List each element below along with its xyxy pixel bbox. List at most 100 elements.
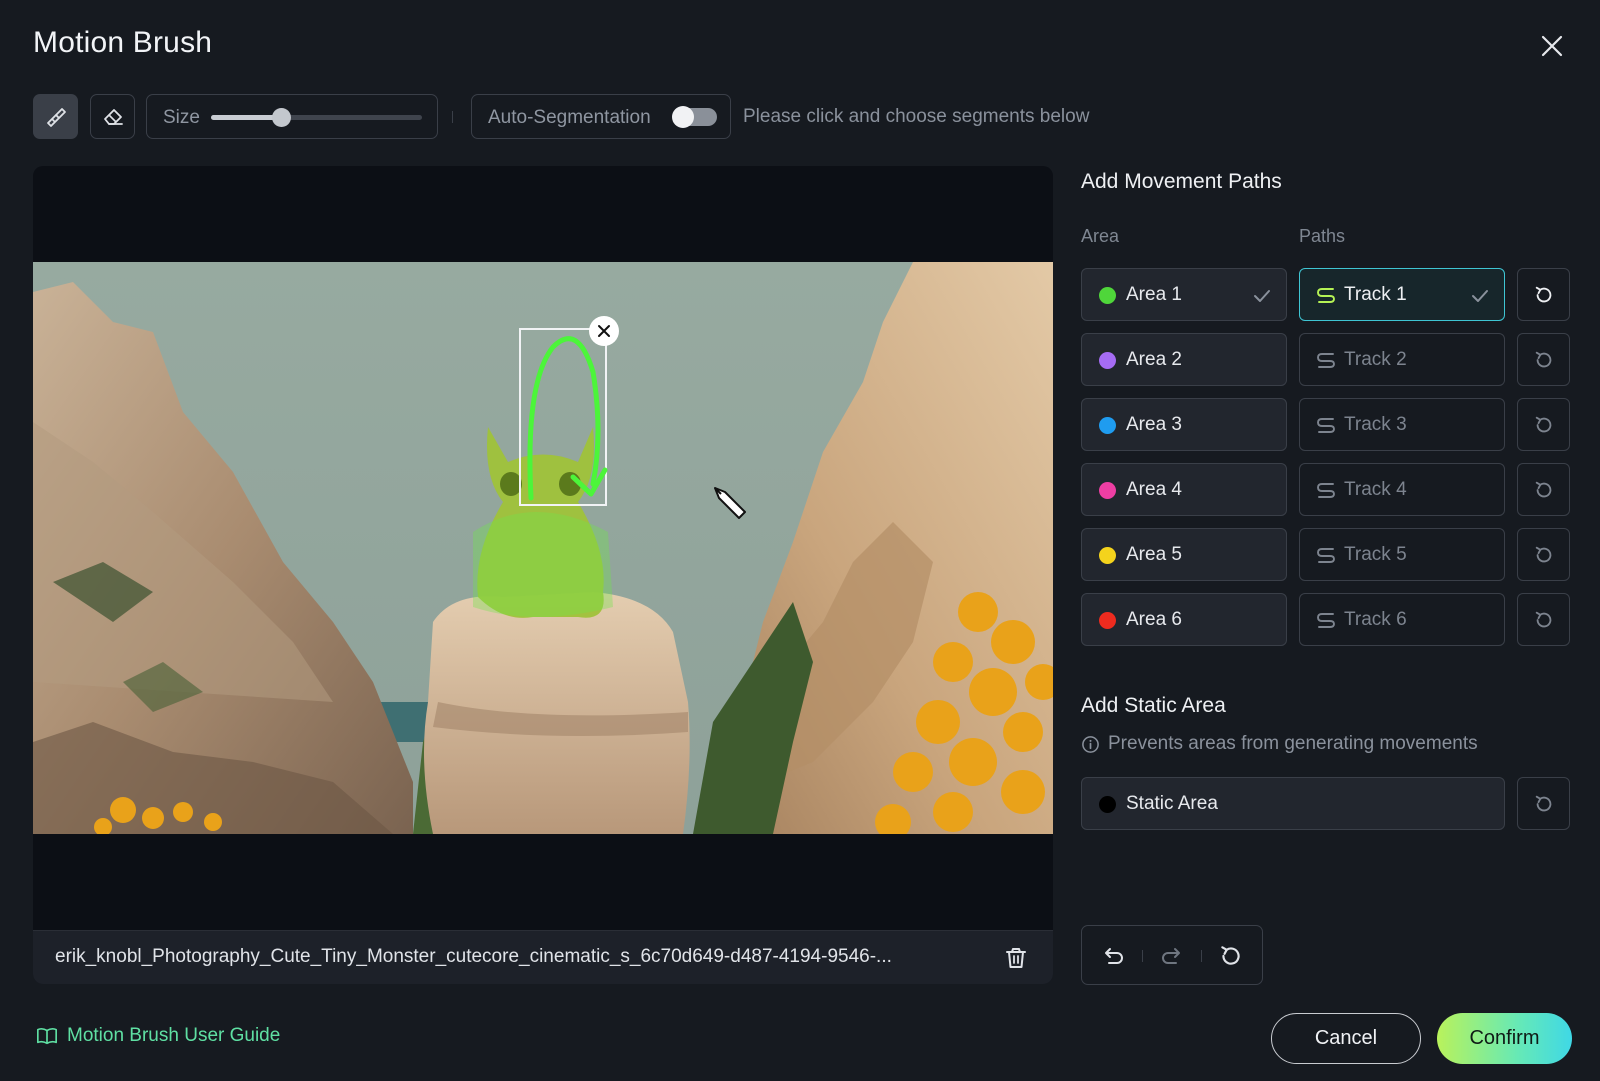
close-icon xyxy=(598,325,610,337)
track-label: Track 4 xyxy=(1344,479,1407,500)
segmentation-hint: Please click and choose segments below xyxy=(743,106,1090,127)
track-label: Track 1 xyxy=(1344,284,1407,305)
area-label: Area 5 xyxy=(1126,544,1182,565)
pen-cursor-icon xyxy=(714,487,746,519)
reset-icon xyxy=(1535,481,1551,497)
redo-button[interactable] xyxy=(1159,943,1185,969)
area-column-header: Area xyxy=(1081,226,1120,246)
brush-icon xyxy=(46,107,66,127)
track-item-3[interactable]: Track 3 xyxy=(1299,398,1505,451)
track-reset-button-4[interactable] xyxy=(1517,463,1570,516)
reset-icon xyxy=(1535,546,1551,562)
brush-tool-button[interactable] xyxy=(33,94,78,139)
track-path-icon xyxy=(1317,613,1335,628)
movement-paths-title: Add Movement Paths xyxy=(1081,170,1282,193)
track-item-4[interactable]: Track 4 xyxy=(1299,463,1505,516)
track-label: Track 2 xyxy=(1344,349,1407,370)
area-color-dot xyxy=(1099,482,1116,499)
history-divider xyxy=(1201,950,1202,962)
size-slider[interactable] xyxy=(211,108,422,127)
track-path-icon xyxy=(1317,288,1335,303)
close-icon xyxy=(1541,35,1563,57)
track-label: Track 3 xyxy=(1344,414,1407,435)
reset-icon xyxy=(1535,611,1551,627)
undo-icon xyxy=(1105,948,1123,964)
track-path-icon-wrap xyxy=(1316,415,1336,440)
auto-segmentation-toggle[interactable] xyxy=(672,106,717,128)
track-checked-indicator xyxy=(1470,286,1490,311)
track-path-icon xyxy=(1317,353,1335,368)
area-item-3[interactable]: Area 3 xyxy=(1081,398,1287,451)
track-path-icon-wrap xyxy=(1316,545,1336,570)
area-item-5[interactable]: Area 5 xyxy=(1081,528,1287,581)
size-slider-handle[interactable] xyxy=(271,108,291,127)
area-label: Area 3 xyxy=(1126,414,1182,435)
remove-selection-button[interactable] xyxy=(589,316,619,346)
reset-icon xyxy=(1535,795,1551,811)
eraser-tool-button[interactable] xyxy=(90,94,135,139)
redo-icon xyxy=(1162,948,1180,964)
reset-icon xyxy=(1535,416,1551,432)
check-icon xyxy=(1472,290,1488,302)
history-controls xyxy=(1081,925,1263,985)
area-label: Area 4 xyxy=(1126,479,1182,500)
track-path-icon xyxy=(1317,418,1335,433)
reset-icon xyxy=(1535,351,1551,367)
area-checked-indicator xyxy=(1252,286,1272,311)
track-item-1[interactable]: Track 1 xyxy=(1299,268,1505,321)
user-guide-link[interactable]: Motion Brush User Guide xyxy=(36,1025,280,1047)
track-item-2[interactable]: Track 2 xyxy=(1299,333,1505,386)
confirm-button[interactable]: Confirm xyxy=(1437,1013,1572,1064)
static-area-description: Prevents areas from generating movements xyxy=(1081,733,1478,755)
delete-image-button[interactable] xyxy=(1003,945,1029,971)
eraser-icon xyxy=(103,108,123,125)
area-color-dot xyxy=(1099,352,1116,369)
area-item-6[interactable]: Area 6 xyxy=(1081,593,1287,646)
track-item-6[interactable]: Track 6 xyxy=(1299,593,1505,646)
area-label: Area 6 xyxy=(1126,609,1182,630)
track-reset-button-6[interactable] xyxy=(1517,593,1570,646)
scene-illustration xyxy=(33,262,1053,834)
history-divider xyxy=(1142,950,1143,962)
cancel-button[interactable]: Cancel xyxy=(1271,1013,1421,1064)
track-reset-button-2[interactable] xyxy=(1517,333,1570,386)
reset-all-button[interactable] xyxy=(1218,943,1244,969)
area-item-4[interactable]: Area 4 xyxy=(1081,463,1287,516)
track-reset-button-5[interactable] xyxy=(1517,528,1570,581)
track-path-icon-wrap xyxy=(1316,285,1336,310)
area-label: Area 2 xyxy=(1126,349,1182,370)
area-color-dot xyxy=(1099,612,1116,629)
static-area-item[interactable]: Static Area xyxy=(1081,777,1505,830)
canvas-panel: erik_knobl_Photography_Cute_Tiny_Monster… xyxy=(33,166,1053,984)
file-name: erik_knobl_Photography_Cute_Tiny_Monster… xyxy=(55,946,892,967)
file-bar: erik_knobl_Photography_Cute_Tiny_Monster… xyxy=(33,930,1053,984)
track-path-icon-wrap xyxy=(1316,610,1336,635)
track-reset-button-1[interactable] xyxy=(1517,268,1570,321)
info-icon xyxy=(1082,735,1099,753)
static-area-reset-button[interactable] xyxy=(1517,777,1570,830)
static-area-color-dot xyxy=(1099,796,1116,813)
area-color-dot xyxy=(1099,547,1116,564)
track-item-5[interactable]: Track 5 xyxy=(1299,528,1505,581)
area-item-1[interactable]: Area 1 xyxy=(1081,268,1287,321)
size-slider-fill xyxy=(211,115,281,120)
toolbar-divider xyxy=(452,111,453,123)
area-item-2[interactable]: Area 2 xyxy=(1081,333,1287,386)
area-color-dot xyxy=(1099,287,1116,304)
track-path-icon xyxy=(1317,548,1335,563)
track-path-icon-wrap xyxy=(1316,350,1336,375)
image-canvas[interactable] xyxy=(33,262,1053,834)
static-area-label: Static Area xyxy=(1126,793,1218,814)
trash-icon xyxy=(1006,948,1026,968)
dialog-title: Motion Brush xyxy=(33,26,213,59)
track-label: Track 6 xyxy=(1344,609,1407,630)
toggle-knob xyxy=(672,106,694,128)
track-reset-button-3[interactable] xyxy=(1517,398,1570,451)
auto-segmentation-control[interactable]: Auto-Segmentation xyxy=(471,94,731,139)
area-color-dot xyxy=(1099,417,1116,434)
close-button[interactable] xyxy=(1536,30,1568,62)
track-path-icon xyxy=(1317,483,1335,498)
undo-button[interactable] xyxy=(1100,943,1126,969)
brush-size-control: Size xyxy=(146,94,438,139)
book-icon xyxy=(37,1028,57,1045)
